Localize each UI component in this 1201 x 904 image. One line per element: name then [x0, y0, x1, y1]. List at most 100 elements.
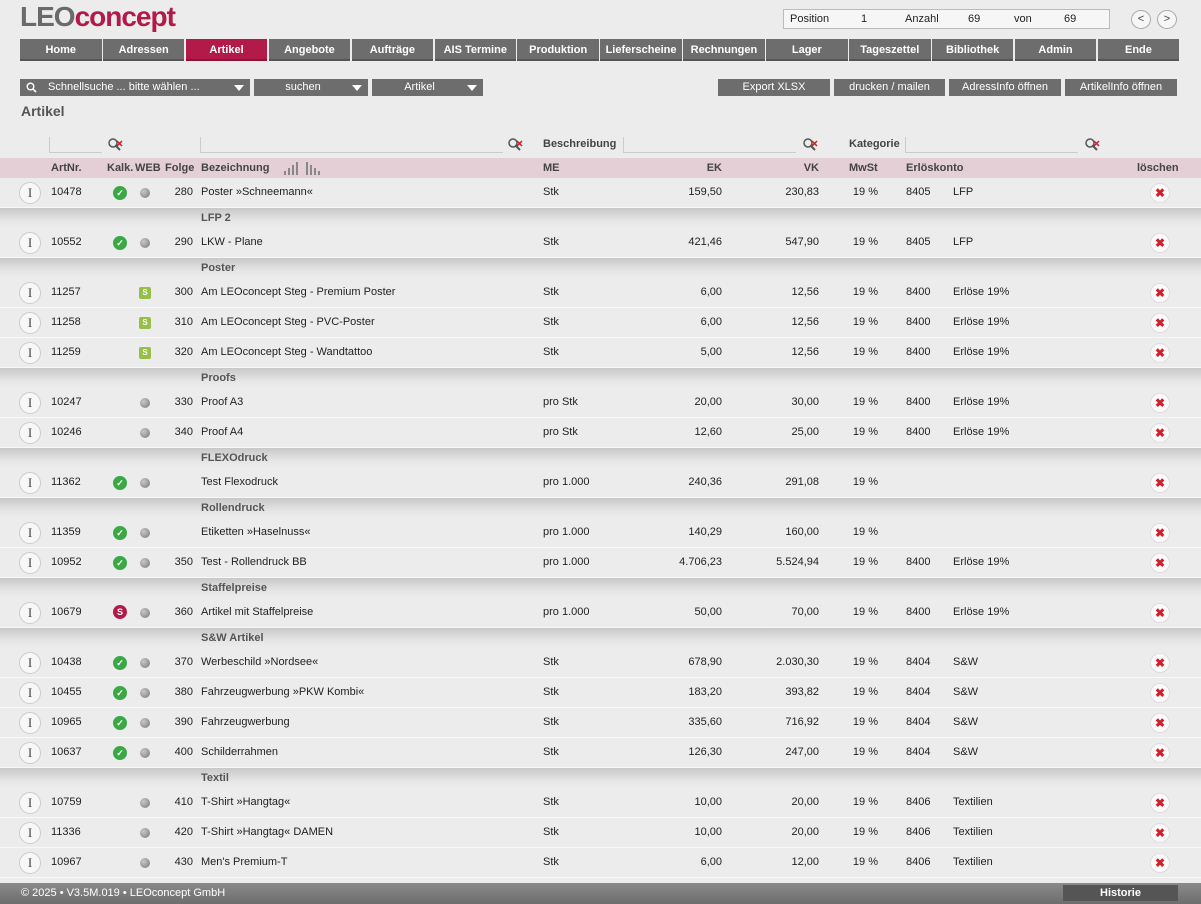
delete-icon[interactable]: ✖	[1150, 233, 1170, 253]
delete-icon[interactable]: ✖	[1150, 283, 1170, 303]
info-icon[interactable]: I	[19, 852, 41, 874]
check-icon[interactable]: ✓	[113, 746, 127, 760]
table-row[interactable]: I 10637 ✓ 400 Schilderrahmen Stk 126,30 247,00 1…	[0, 738, 1201, 768]
delete-icon[interactable]: ✖	[1150, 343, 1170, 363]
sort-descending-icon[interactable]	[305, 161, 321, 175]
col-bezeichnung[interactable]: Bezeichnung	[201, 162, 269, 174]
quicksearch-select[interactable]: Schnellsuche ... bitte wählen ...	[20, 79, 250, 96]
info-icon[interactable]: I	[19, 422, 41, 444]
nav-admin[interactable]: Admin	[1014, 39, 1097, 61]
delete-icon[interactable]: ✖	[1150, 793, 1170, 813]
history-button[interactable]: Historie	[1063, 885, 1178, 901]
delete-icon[interactable]: ✖	[1150, 553, 1170, 573]
print-mail-button[interactable]: drucken / mailen	[834, 79, 945, 96]
info-icon[interactable]: I	[19, 342, 41, 364]
web-status-icon[interactable]	[140, 718, 150, 728]
delete-icon[interactable]: ✖	[1150, 853, 1170, 873]
table-row[interactable]: I 10552 ✓ 290 LKW - Plane Stk 421,46 547,90 19 %…	[0, 228, 1201, 258]
info-icon[interactable]: I	[19, 232, 41, 254]
nav-artikel[interactable]: Artikel	[185, 39, 268, 61]
check-icon[interactable]: ✓	[113, 476, 127, 490]
info-icon[interactable]: I	[19, 822, 41, 844]
nav-aufträge[interactable]: Aufträge	[351, 39, 434, 61]
table-row[interactable]: I 10455 ✓ 380 Fahrzeugwerbung »PKW Kombi« Stk…	[0, 678, 1201, 708]
description-filter-input[interactable]	[624, 152, 796, 153]
web-status-icon[interactable]	[140, 658, 150, 668]
info-icon[interactable]: I	[19, 392, 41, 414]
info-icon[interactable]: I	[19, 522, 41, 544]
web-status-icon[interactable]	[140, 748, 150, 758]
check-icon[interactable]: ✓	[113, 716, 127, 730]
check-icon[interactable]: ✓	[113, 556, 127, 570]
check-icon[interactable]: ✓	[113, 686, 127, 700]
address-info-button[interactable]: AdressInfo öffnen	[949, 79, 1061, 96]
delete-icon[interactable]: ✖	[1150, 313, 1170, 333]
delete-icon[interactable]: ✖	[1150, 823, 1170, 843]
web-status-icon[interactable]	[140, 688, 150, 698]
nav-produktion[interactable]: Produktion	[517, 39, 599, 61]
info-icon[interactable]: I	[19, 792, 41, 814]
table-row[interactable]: I 11259 S 320 Am LEOconcept Steg - Wandtatto…	[0, 338, 1201, 368]
info-icon[interactable]: I	[19, 652, 41, 674]
sort-ascending-icon[interactable]	[283, 161, 299, 175]
nav-ais-termine[interactable]: AIS Termine	[434, 39, 516, 61]
info-icon[interactable]: I	[19, 712, 41, 734]
table-row[interactable]: I 10438 ✓ 370 Werbeschild »Nordsee« Stk 678,90…	[0, 648, 1201, 678]
col-mwst[interactable]: MwSt	[849, 162, 878, 174]
check-icon[interactable]: ✓	[113, 186, 127, 200]
col-artnr[interactable]: ArtNr.	[51, 162, 82, 174]
col-me[interactable]: ME	[543, 162, 560, 174]
nav-bibliothek[interactable]: Bibliothek	[931, 39, 1014, 61]
search-type-select[interactable]: Artikel	[372, 79, 483, 96]
col-erloeskonto[interactable]: Erlöskonto	[906, 162, 963, 174]
web-status-icon[interactable]	[140, 558, 150, 568]
table-row[interactable]: I 10246 340 Proof A4 pro Stk 12,60 25,00 19 % 84…	[0, 418, 1201, 448]
nav-ende[interactable]: Ende	[1097, 39, 1180, 61]
delete-icon[interactable]: ✖	[1150, 523, 1170, 543]
check-icon[interactable]: ✓	[113, 236, 127, 250]
cell-bezeichnung[interactable]: Am LEOconcept Steg - Premium Poster	[201, 286, 395, 298]
col-kalk[interactable]: Kalk.	[107, 162, 133, 174]
artnr-filter-input[interactable]	[50, 152, 102, 153]
table-row[interactable]: I 11257 S 300 Am LEOconcept Steg - Premium P…	[0, 278, 1201, 308]
search-clear-icon[interactable]	[1084, 137, 1100, 151]
cell-bezeichnung[interactable]: T-Shirt »Hangtag«	[201, 796, 290, 808]
nav-home[interactable]: Home	[20, 39, 102, 61]
search-clear-icon[interactable]	[507, 137, 523, 151]
cell-bezeichnung[interactable]: Am LEOconcept Steg - Wandtattoo	[201, 346, 372, 358]
web-status-icon[interactable]	[140, 828, 150, 838]
delete-icon[interactable]: ✖	[1150, 653, 1170, 673]
info-icon[interactable]: I	[19, 182, 41, 204]
article-info-button[interactable]: ArtikelInfo öffnen	[1065, 79, 1177, 96]
col-vk[interactable]: VK	[759, 162, 819, 174]
table-row[interactable]: I 10759 410 T-Shirt »Hangtag« Stk 10,00 20,00 1…	[0, 788, 1201, 818]
table-row[interactable]: I 10952 ✓ 350 Test - Rollendruck BB pro 1.000…	[0, 548, 1201, 578]
delete-icon[interactable]: ✖	[1150, 713, 1170, 733]
staffel-icon[interactable]: S	[113, 605, 127, 619]
web-status-icon[interactable]	[140, 188, 150, 198]
info-icon[interactable]: I	[19, 682, 41, 704]
info-icon[interactable]: I	[19, 742, 41, 764]
cell-bezeichnung[interactable]: Werbeschild »Nordsee«	[201, 656, 318, 668]
cell-bezeichnung[interactable]: Proof A4	[201, 426, 243, 438]
delete-icon[interactable]: ✖	[1150, 183, 1170, 203]
table-row[interactable]: I 10478 ✓ 280 Poster »Schneemann« Stk 159,50 23…	[0, 178, 1201, 208]
cell-bezeichnung[interactable]: Fahrzeugwerbung »PKW Kombi«	[201, 686, 364, 698]
cell-bezeichnung[interactable]: Proof A3	[201, 396, 243, 408]
web-status-icon[interactable]	[140, 528, 150, 538]
search-clear-icon[interactable]	[107, 137, 123, 151]
cell-bezeichnung[interactable]: T-Shirt »Hangtag« DAMEN	[201, 826, 333, 838]
web-status-icon[interactable]	[140, 798, 150, 808]
info-icon[interactable]: I	[19, 602, 41, 624]
delete-icon[interactable]: ✖	[1150, 683, 1170, 703]
table-row[interactable]: I 11336 420 T-Shirt »Hangtag« DAMEN Stk 10,00…	[0, 818, 1201, 848]
web-status-icon[interactable]	[140, 608, 150, 618]
export-xlsx-button[interactable]: Export XLSX	[718, 79, 830, 96]
table-row[interactable]: I 11258 S 310 Am LEOconcept Steg - PVC-Poste…	[0, 308, 1201, 338]
cell-bezeichnung[interactable]: Schilderrahmen	[201, 746, 278, 758]
cell-bezeichnung[interactable]: Men's Premium-T	[201, 856, 287, 868]
next-record-button[interactable]: >	[1157, 10, 1177, 29]
delete-icon[interactable]: ✖	[1150, 743, 1170, 763]
col-folge[interactable]: Folge	[165, 162, 194, 174]
info-icon[interactable]: I	[19, 552, 41, 574]
